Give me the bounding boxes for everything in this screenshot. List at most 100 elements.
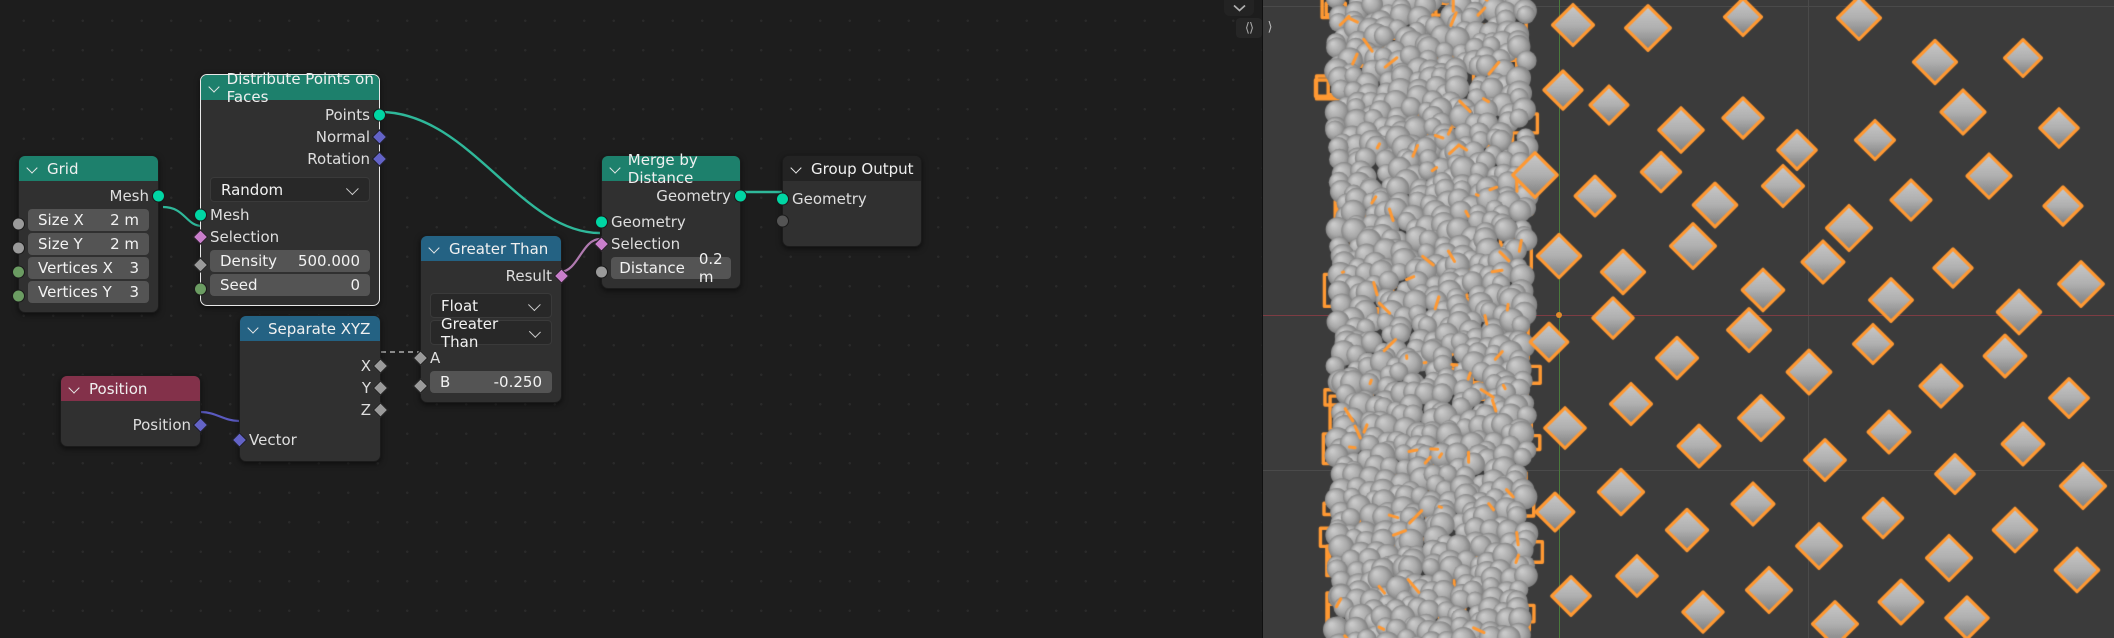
socket-distribute-points-output[interactable]: [373, 108, 386, 122]
field-size-x[interactable]: Size X 2 m: [28, 209, 149, 231]
node-merge-by-distance[interactable]: Merge by Distance Geometry Geometry Sele…: [593, 151, 747, 289]
socket-greater-than-b[interactable]: [412, 378, 429, 394]
socket-grid-mesh-output[interactable]: [152, 189, 165, 203]
socket-distribute-seed[interactable]: [194, 282, 207, 296]
value-b[interactable]: -0.250: [494, 373, 542, 391]
node-separate-xyz-header[interactable]: Separate XYZ: [240, 316, 380, 341]
collapse-chevron-icon[interactable]: [210, 82, 219, 93]
node-grid[interactable]: Grid Mesh Size X 2 m Size Y 2 m Vertices…: [12, 155, 165, 313]
socket-row-normal-out[interactable]: Normal: [201, 126, 388, 148]
node-distribute-header[interactable]: Distribute Points on Faces: [201, 70, 379, 106]
socket-merge-geometry-input[interactable]: [595, 215, 608, 229]
node-group-output-header[interactable]: Group Output: [783, 156, 921, 181]
node-group-output[interactable]: Group Output Geometry: [776, 155, 922, 247]
widget-row-seed[interactable]: Seed 0: [194, 274, 379, 296]
socket-row-vector-in[interactable]: Vector: [231, 429, 380, 451]
socket-row-greater-than-a-in[interactable]: A: [412, 347, 561, 369]
socket-row-grid-mesh-out[interactable]: Mesh: [19, 185, 165, 207]
field-size-y[interactable]: Size Y 2 m: [28, 233, 149, 255]
node-separate-xyz[interactable]: Separate XYZ X Y Z Vector: [231, 315, 389, 462]
node-editor-header-chevron-icon[interactable]: [1224, 0, 1254, 16]
dropdown-operation[interactable]: Greater Than: [430, 315, 552, 351]
socket-row-distribute-selection-in[interactable]: Selection: [192, 226, 379, 248]
socket-greater-than-a-input[interactable]: [412, 350, 429, 366]
node-merge-by-distance-header[interactable]: Merge by Distance: [602, 151, 740, 187]
widget-row-vertices-x[interactable]: Vertices X 3: [12, 257, 158, 279]
value-vertices-x[interactable]: 3: [129, 259, 139, 277]
socket-row-distribute-mesh-in[interactable]: Mesh: [194, 204, 379, 226]
socket-row-points-out[interactable]: Points: [201, 104, 386, 126]
field-seed[interactable]: Seed 0: [210, 274, 370, 296]
socket-row-z-out[interactable]: Z: [240, 399, 389, 421]
collapse-chevron-icon[interactable]: [70, 383, 81, 394]
field-b[interactable]: B -0.250: [430, 371, 552, 393]
label-vertices-x: Vertices X: [38, 259, 113, 277]
node-distribute-points-on-faces[interactable]: Distribute Points on Faces Points Normal…: [192, 70, 388, 306]
field-vertices-y[interactable]: Vertices Y 3: [28, 281, 149, 303]
socket-distribute-mesh-input[interactable]: [194, 208, 207, 222]
socket-group-output-virtual-input[interactable]: [776, 214, 789, 228]
node-position-header[interactable]: Position: [61, 376, 200, 401]
field-distance[interactable]: Distance 0.2 m: [611, 250, 731, 286]
socket-row-rotation-out[interactable]: Rotation: [201, 148, 388, 170]
field-density[interactable]: Density 500.000: [210, 250, 370, 272]
widget-row-size-x[interactable]: Size X 2 m: [12, 209, 158, 231]
socket-distribute-normal-output[interactable]: [371, 129, 388, 145]
value-size-y[interactable]: 2 m: [110, 235, 139, 253]
node-greater-than-header[interactable]: Greater Than: [421, 236, 561, 261]
socket-distribute-rotation-output[interactable]: [371, 151, 388, 167]
widget-row-vertices-y[interactable]: Vertices Y 3: [12, 281, 158, 303]
socket-distribute-density[interactable]: [192, 257, 209, 273]
socket-row-y-out[interactable]: Y: [240, 377, 389, 399]
area-split-handle-icon[interactable]: ⟨⟩: [1236, 18, 1262, 38]
socket-row-x-out[interactable]: X: [240, 355, 389, 377]
widget-row-distance[interactable]: Distance 0.2 m: [595, 250, 740, 286]
socket-position-output[interactable]: [192, 417, 209, 433]
3d-viewport[interactable]: ⟩: [1262, 0, 2114, 638]
socket-separate-xyz-vector-input[interactable]: [231, 432, 248, 448]
socket-separate-xyz-z-output[interactable]: [372, 402, 389, 418]
dropdown-distribute-method[interactable]: Random: [210, 177, 370, 202]
socket-greater-than-result-output[interactable]: [553, 268, 570, 284]
widget-row-size-y[interactable]: Size Y 2 m: [12, 233, 158, 255]
socket-row-group-output-geometry-in[interactable]: Geometry: [776, 188, 921, 210]
node-merge-by-distance-body: Geometry Geometry Selection Distance 0.2…: [593, 181, 747, 288]
socket-grid-size-y[interactable]: [12, 241, 25, 255]
socket-grid-size-x[interactable]: [12, 217, 25, 231]
socket-row-merge-geometry-out[interactable]: Geometry: [602, 185, 747, 207]
node-grid-header[interactable]: Grid: [19, 156, 158, 181]
socket-separate-xyz-x-output[interactable]: [372, 358, 389, 374]
socket-grid-vertices-x[interactable]: [12, 265, 25, 279]
socket-merge-distance[interactable]: [595, 265, 608, 279]
value-distance[interactable]: 0.2 m: [699, 250, 723, 286]
socket-group-output-geometry-input[interactable]: [776, 192, 789, 206]
socket-row-merge-geometry-in[interactable]: Geometry: [595, 211, 740, 233]
collapse-chevron-icon[interactable]: [792, 163, 803, 174]
geometry-node-editor[interactable]: Grid Mesh Size X 2 m Size Y 2 m Vertices…: [0, 0, 1262, 638]
socket-label-mesh: Mesh: [109, 187, 150, 205]
viewport-expand-icon[interactable]: ⟩: [1263, 16, 1277, 38]
widget-row-b[interactable]: B -0.250: [412, 371, 561, 394]
value-density[interactable]: 500.000: [298, 252, 360, 270]
socket-distribute-selection-input[interactable]: [192, 229, 209, 245]
collapse-chevron-icon[interactable]: [28, 163, 39, 174]
viewport-canvas[interactable]: ⟩: [1263, 0, 2114, 638]
socket-separate-xyz-y-output[interactable]: [372, 380, 389, 396]
collapse-chevron-icon[interactable]: [249, 323, 260, 334]
socket-label-normal: Normal: [315, 128, 370, 146]
collapse-chevron-icon[interactable]: [430, 243, 441, 254]
socket-grid-vertices-y[interactable]: [12, 289, 25, 303]
socket-merge-selection-input[interactable]: [593, 236, 610, 252]
value-seed[interactable]: 0: [350, 276, 360, 294]
value-size-x[interactable]: 2 m: [110, 211, 139, 229]
widget-row-density[interactable]: Density 500.000: [192, 250, 379, 273]
field-vertices-x[interactable]: Vertices X 3: [28, 257, 149, 279]
socket-merge-geometry-output[interactable]: [734, 189, 747, 203]
socket-row-position-out[interactable]: Position: [61, 414, 209, 436]
socket-row-group-output-virtual-in[interactable]: [776, 210, 921, 232]
socket-row-result-out[interactable]: Result: [421, 265, 570, 287]
node-position[interactable]: Position Position: [60, 375, 209, 447]
collapse-chevron-icon[interactable]: [611, 163, 620, 174]
value-vertices-y[interactable]: 3: [129, 283, 139, 301]
node-greater-than[interactable]: Greater Than Result Float Greater Than A…: [412, 235, 570, 403]
